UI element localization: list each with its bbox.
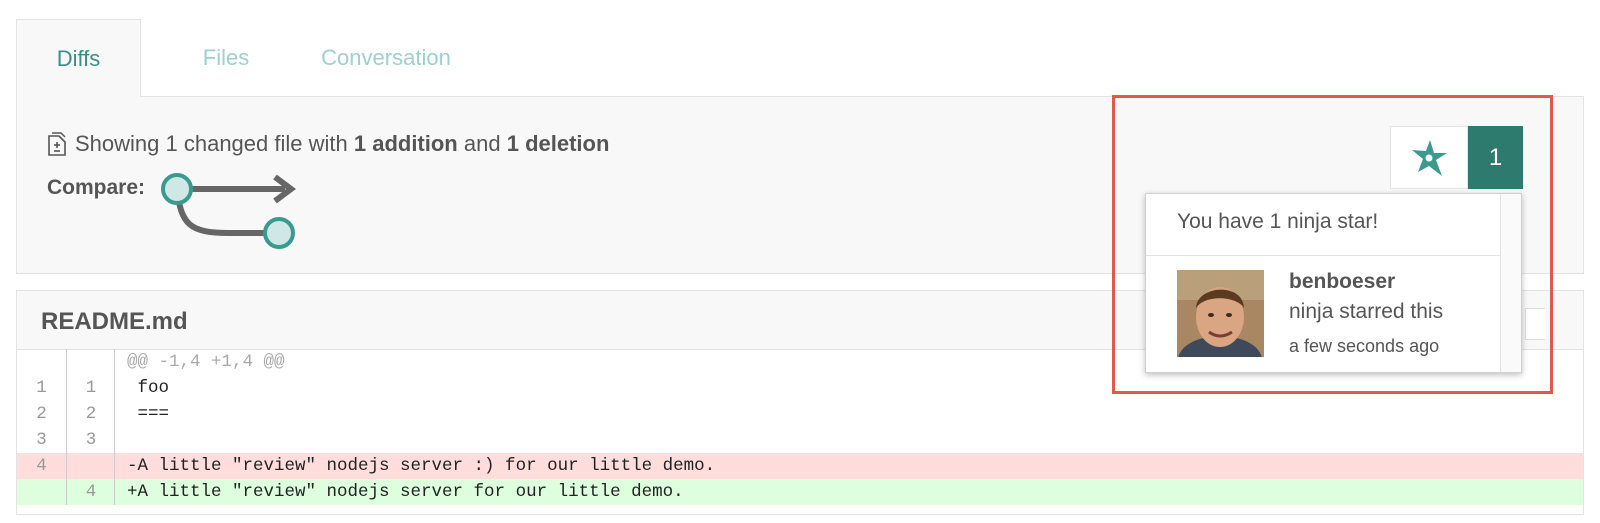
diff-row: 3 3 <box>17 427 1583 453</box>
diff-row-addition: 4 +A little "review" nodejs server for o… <box>17 479 1583 505</box>
ninja-star-count[interactable]: 1 <box>1468 126 1523 189</box>
additions-count: 1 addition <box>353 131 458 156</box>
old-line-number[interactable]: 1 <box>17 375 67 401</box>
popup-action: ninja starred this <box>1289 300 1444 323</box>
avatar[interactable] <box>1177 270 1264 357</box>
diff-code: +A little "review" nodejs server for our… <box>127 482 684 502</box>
ninja-star-popup: You have 1 ninja star! benboeser ninja s… <box>1145 193 1522 373</box>
summary-middle: and <box>463 131 501 156</box>
deletions-count: 1 deletion <box>506 131 610 156</box>
diff-code <box>127 427 138 453</box>
old-line-number[interactable]: 4 <box>17 453 67 479</box>
popup-entry[interactable]: benboeser ninja starred this a few secon… <box>1146 256 1501 372</box>
old-line-number[interactable] <box>17 479 67 505</box>
new-line-number[interactable] <box>68 453 115 479</box>
old-line-number[interactable]: 3 <box>17 427 67 453</box>
file-diff-icon <box>48 132 66 156</box>
tab-files[interactable]: Files <box>166 19 286 96</box>
tab-diffs[interactable]: Diffs <box>16 19 141 97</box>
branch-compare-icon[interactable] <box>159 169 319 253</box>
popup-username[interactable]: benboeser <box>1289 270 1395 294</box>
tab-bar: Diffs Files Conversation <box>16 19 1584 97</box>
old-line-number <box>17 349 67 375</box>
diff-code: -A little "review" nodejs server :) for … <box>127 456 716 476</box>
ninja-star-button[interactable] <box>1390 126 1468 189</box>
new-line-number[interactable]: 3 <box>68 427 115 453</box>
diff-summary-text: Showing 1 changed file with 1 addition a… <box>47 131 609 157</box>
tab-conversation[interactable]: Conversation <box>296 19 476 96</box>
popup-scrollbar[interactable] <box>1501 194 1521 372</box>
summary-prefix: Showing 1 changed file with <box>75 131 348 156</box>
new-line-number <box>68 349 115 375</box>
new-line-number[interactable]: 4 <box>68 479 115 505</box>
new-line-number[interactable]: 1 <box>68 375 115 401</box>
diff-code: === <box>127 404 170 424</box>
new-line-number[interactable]: 2 <box>68 401 115 427</box>
diff-row: 2 2 === <box>17 401 1583 427</box>
diff-row-deletion: 4 -A little "review" nodejs server :) fo… <box>17 453 1583 479</box>
ninja-star-icon <box>1412 139 1447 176</box>
compare-label: Compare: <box>47 176 146 199</box>
diff-code: foo <box>127 378 170 398</box>
old-line-number[interactable]: 2 <box>17 401 67 427</box>
popup-title: You have 1 ninja star! <box>1146 194 1501 256</box>
file-name: README.md <box>41 308 188 335</box>
popup-timestamp: a few seconds ago <box>1289 336 1440 356</box>
hunk-header: @@ -1,4 +1,4 @@ <box>127 352 285 372</box>
